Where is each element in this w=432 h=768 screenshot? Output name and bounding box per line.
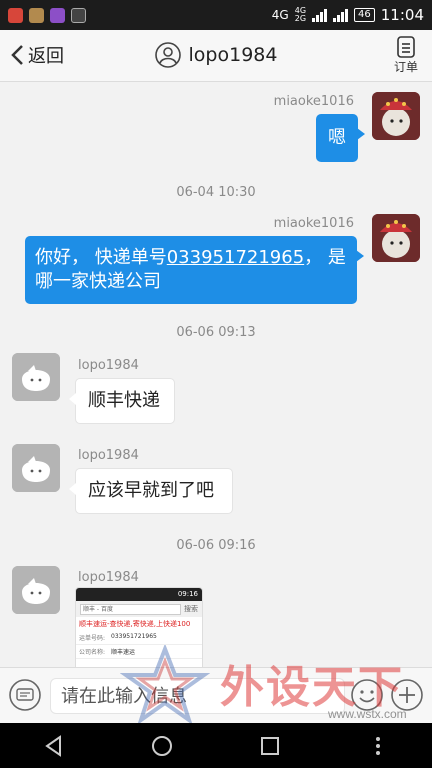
back-triangle-icon[interactable]: [43, 734, 65, 757]
input-bar: 请在此输入信息: [0, 667, 432, 723]
sender-name: lopo1984: [78, 358, 139, 373]
home-circle-icon[interactable]: [151, 735, 173, 757]
signal-icon: [333, 8, 349, 22]
message-text: 顺丰快递: [88, 390, 160, 411]
message-text: 你好， 快递单号: [35, 247, 167, 268]
screenshot-url: 顺丰 - 百度: [80, 603, 181, 615]
message-text: 嗯: [328, 127, 346, 148]
chat-header: 返回 lopo1984 订单: [0, 30, 432, 82]
battery-icon: 46: [354, 8, 375, 22]
plus-icon[interactable]: [390, 678, 424, 712]
message-timestamp: 06-06 09:13: [176, 325, 256, 340]
tracking-number-link[interactable]: 033951721965: [167, 247, 304, 268]
sender-name: miaoke1016: [273, 94, 354, 109]
status-bar: 4G 4G 2G 46 11:04: [0, 0, 432, 30]
screenshot-time: 09:16: [177, 590, 198, 598]
message-bubble-outgoing[interactable]: 嗯: [316, 114, 365, 162]
sender-name: lopo1984: [78, 570, 139, 585]
avatar-image: [372, 92, 420, 140]
emoji-icon[interactable]: [350, 678, 384, 712]
message-timestamp: 06-06 09:16: [176, 538, 256, 553]
menu-dots-icon[interactable]: [367, 735, 389, 757]
message-bubble-incoming[interactable]: 应该早就到了吧: [69, 468, 233, 514]
user-icon: [154, 42, 181, 68]
screenshot-status-bar: 09:16: [76, 588, 202, 601]
sender-name: miaoke1016: [273, 216, 354, 231]
screenshot-headline: 顺丰速运-查快递,寄快递,上快递100: [79, 620, 191, 628]
chat-area[interactable]: miaoke1016 嗯 06-04 10:30 miaoke1016 你好， …: [0, 82, 432, 667]
image-message[interactable]: 09:16 顺丰 - 百度 搜索 顺丰速运-查快递,寄快递,上快递100 运单号…: [75, 587, 203, 667]
screenshot-url-bar: 顺丰 - 百度 搜索: [76, 601, 202, 617]
screenshot-row-label: 运单号码:: [79, 635, 106, 642]
order-button[interactable]: 订单: [394, 36, 418, 75]
avatar[interactable]: [372, 92, 420, 140]
message-timestamp: 06-04 10:30: [176, 185, 256, 200]
message-input[interactable]: 请在此输入信息: [50, 678, 345, 714]
network-type-label: 2G: [294, 14, 307, 23]
default-avatar-icon: [12, 353, 60, 401]
network-type-label: 4G: [271, 8, 289, 22]
screenshot-row: 公司名称: 顺丰速运: [76, 645, 202, 659]
sender-name: lopo1984: [78, 448, 139, 463]
screenshot-search-label: 搜索: [184, 605, 198, 613]
notification-icons: [8, 7, 86, 23]
avatar-image: [372, 214, 420, 262]
screenshot-row: 运单号码: 033951721965: [76, 631, 202, 645]
chat-bubble-icon[interactable]: [8, 678, 42, 712]
default-avatar-icon: [12, 444, 60, 492]
screenshot-row-value: 033951721965: [111, 633, 157, 640]
screenshot-row-label: 公司名称:: [79, 649, 106, 656]
message-bubble-outgoing[interactable]: 你好， 快递单号033951721965， 是哪一家快递公司: [25, 236, 364, 304]
clock: 11:04: [380, 6, 424, 24]
app-notification-icon: [8, 7, 23, 23]
avatar[interactable]: [12, 353, 60, 401]
order-label: 订单: [393, 60, 418, 74]
avatar[interactable]: [12, 566, 60, 614]
recents-square-icon[interactable]: [259, 735, 281, 757]
app-notification-icon: [29, 7, 44, 23]
screenshot-row-value: 顺丰速运: [111, 649, 136, 656]
avatar[interactable]: [372, 214, 420, 262]
chat-title[interactable]: lopo1984: [0, 42, 432, 68]
document-icon: [397, 36, 415, 58]
page-title: lopo1984: [188, 44, 278, 66]
signal-icon: [312, 8, 328, 22]
app-notification-icon: [71, 7, 86, 23]
default-avatar-icon: [12, 566, 60, 614]
system-nav-bar: [0, 723, 432, 768]
avatar[interactable]: [12, 444, 60, 492]
app-notification-icon: [50, 7, 65, 23]
message-bubble-incoming[interactable]: 顺丰快递: [69, 378, 175, 424]
message-text: 应该早就到了吧: [88, 480, 214, 501]
